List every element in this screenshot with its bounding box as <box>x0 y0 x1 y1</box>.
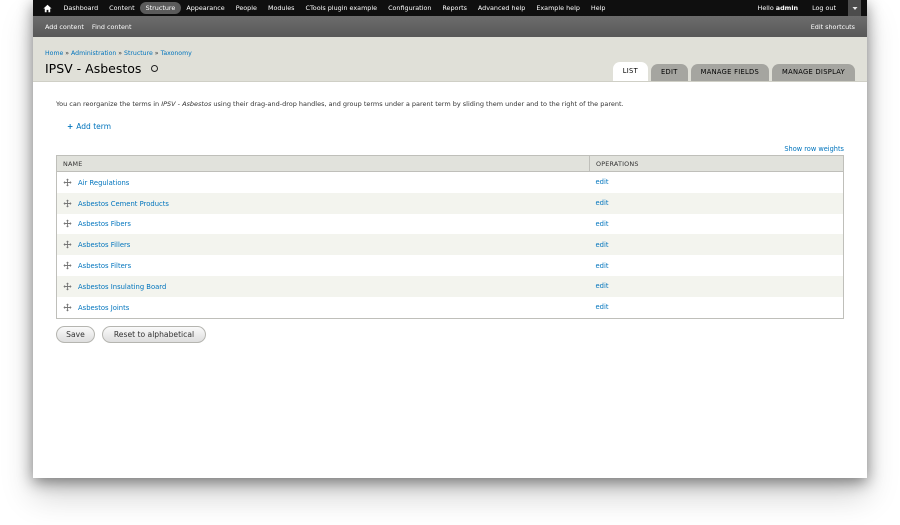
shortcut-star-icon[interactable] <box>151 65 159 72</box>
show-row-weights-link[interactable]: Show row weights <box>784 145 844 153</box>
shortcut-find-content[interactable]: Find content <box>88 23 136 31</box>
admin-toolbar: Dashboard Content Structure Appearance Peopl… <box>33 0 867 16</box>
tab-edit[interactable]: EDIT <box>650 64 688 81</box>
term-link[interactable]: Asbestos Fillers <box>78 241 130 249</box>
breadcrumb-taxonomy[interactable]: Taxonomy <box>161 50 192 57</box>
drag-handle-icon[interactable] <box>63 303 72 312</box>
term-operations-cell: edit <box>589 275 844 297</box>
breadcrumb-structure[interactable]: Structure <box>124 50 153 57</box>
shortcuts-bar: Add content Find content Edit shortcuts <box>33 16 867 37</box>
toolbar-item-help[interactable]: Help <box>585 2 611 14</box>
drag-handle-icon[interactable] <box>63 199 72 208</box>
edit-term-link[interactable]: edit <box>596 241 609 249</box>
drag-handle-icon[interactable] <box>63 219 72 229</box>
toolbar-item-content[interactable]: Content <box>104 2 140 14</box>
drag-handle-icon[interactable] <box>63 178 72 187</box>
table-row: Asbestos Fillers edit <box>56 234 844 256</box>
toolbar-menu: Dashboard Content Structure Appearance Peopl… <box>58 2 611 14</box>
term-link[interactable]: Asbestos Cement Products <box>78 200 169 208</box>
term-name-cell: Asbestos Fillers <box>56 234 590 256</box>
edit-term-link[interactable]: edit <box>596 262 609 270</box>
page-title: IPSV - Asbestos <box>45 61 159 76</box>
drag-handle-icon[interactable] <box>63 282 72 291</box>
save-button[interactable]: Save <box>56 326 95 343</box>
edit-term-link[interactable]: edit <box>596 220 609 228</box>
term-link[interactable]: Asbestos Filters <box>78 262 131 270</box>
shortcut-add-content[interactable]: Add content <box>41 23 88 31</box>
plus-icon: + <box>67 122 74 131</box>
primary-tabs: LIST EDIT MANAGE FIELDS MANAGE DISPLAY <box>610 62 855 81</box>
drag-handle-icon[interactable] <box>63 240 72 249</box>
drag-handle-icon[interactable] <box>63 261 72 270</box>
add-term-link[interactable]: + Add term <box>67 122 111 131</box>
term-operations-cell: edit <box>589 192 844 214</box>
table-row: Asbestos Fibers edit <box>56 213 844 235</box>
table-row: Asbestos Joints edit <box>56 296 844 319</box>
table-row: Air Regulations edit <box>56 171 844 193</box>
home-icon[interactable] <box>43 4 52 13</box>
toolbar-item-people[interactable]: People <box>230 2 262 14</box>
chevron-down-icon[interactable] <box>848 0 861 16</box>
edit-term-link[interactable]: edit <box>596 199 609 207</box>
logout-link[interactable]: Log out <box>805 4 843 12</box>
help-text: You can reorganize the terms in IPSV - A… <box>56 100 624 108</box>
table-header-row: NAME OPERATIONS <box>56 155 844 172</box>
term-link[interactable]: Asbestos Joints <box>78 304 129 312</box>
table-row: Asbestos Cement Products edit <box>56 192 844 214</box>
term-operations-cell: edit <box>589 255 844 276</box>
tab-list[interactable]: LIST <box>612 62 648 81</box>
table-row: Asbestos Filters edit <box>56 255 844 276</box>
reset-alphabetical-button[interactable]: Reset to alphabetical <box>102 326 206 343</box>
column-header-name: NAME <box>56 155 590 172</box>
edit-shortcuts-link[interactable]: Edit shortcuts <box>811 23 855 31</box>
term-name-cell: Asbestos Filters <box>56 255 590 276</box>
table-row: Asbestos Insulating Board edit <box>56 275 844 297</box>
breadcrumb-administration[interactable]: Administration <box>71 50 116 57</box>
toolbar-item-advanced-help[interactable]: Advanced help <box>472 2 530 14</box>
toolbar-item-reports[interactable]: Reports <box>437 2 473 14</box>
tab-manage-fields[interactable]: MANAGE FIELDS <box>690 64 770 81</box>
toolbar-item-modules[interactable]: Modules <box>262 2 300 14</box>
term-name-cell: Asbestos Fibers <box>56 213 590 235</box>
term-name-cell: Asbestos Insulating Board <box>56 275 590 297</box>
edit-term-link[interactable]: edit <box>596 178 609 186</box>
toolbar-item-example-help[interactable]: Example help <box>531 2 586 14</box>
toolbar-user-area: Hello admin Log out <box>751 0 867 16</box>
toolbar-item-ctools-plugin-example[interactable]: CTools plugin example <box>300 2 383 14</box>
term-link[interactable]: Air Regulations <box>78 179 129 187</box>
edit-term-link[interactable]: edit <box>596 303 609 311</box>
term-operations-cell: edit <box>589 213 844 235</box>
edit-term-link[interactable]: edit <box>596 282 609 290</box>
breadcrumb-home[interactable]: Home <box>45 50 63 57</box>
username[interactable]: admin <box>776 4 798 12</box>
toolbar-item-appearance[interactable]: Appearance <box>181 2 230 14</box>
term-name-cell: Air Regulations <box>56 171 590 193</box>
browser-window: Dashboard Content Structure Appearance Peopl… <box>33 0 867 478</box>
term-link[interactable]: Asbestos Fibers <box>78 220 131 228</box>
breadcrumb: Home » Administration » Structure » Taxo… <box>45 50 192 57</box>
term-operations-cell: edit <box>589 296 844 319</box>
terms-table: NAME OPERATIONS Air Regulations edit Asbes… <box>56 155 844 319</box>
toolbar-item-configuration[interactable]: Configuration <box>383 2 437 14</box>
term-name-cell: Asbestos Joints <box>56 296 590 319</box>
term-operations-cell: edit <box>589 171 844 193</box>
user-greeting: Hello admin <box>757 4 799 12</box>
tab-manage-display[interactable]: MANAGE DISPLAY <box>772 64 855 81</box>
term-operations-cell: edit <box>589 234 844 256</box>
column-header-operations: OPERATIONS <box>589 155 844 172</box>
toolbar-item-structure[interactable]: Structure <box>140 2 181 14</box>
term-link[interactable]: Asbestos Insulating Board <box>78 283 166 291</box>
term-name-cell: Asbestos Cement Products <box>56 192 590 214</box>
toolbar-item-dashboard[interactable]: Dashboard <box>58 2 104 14</box>
